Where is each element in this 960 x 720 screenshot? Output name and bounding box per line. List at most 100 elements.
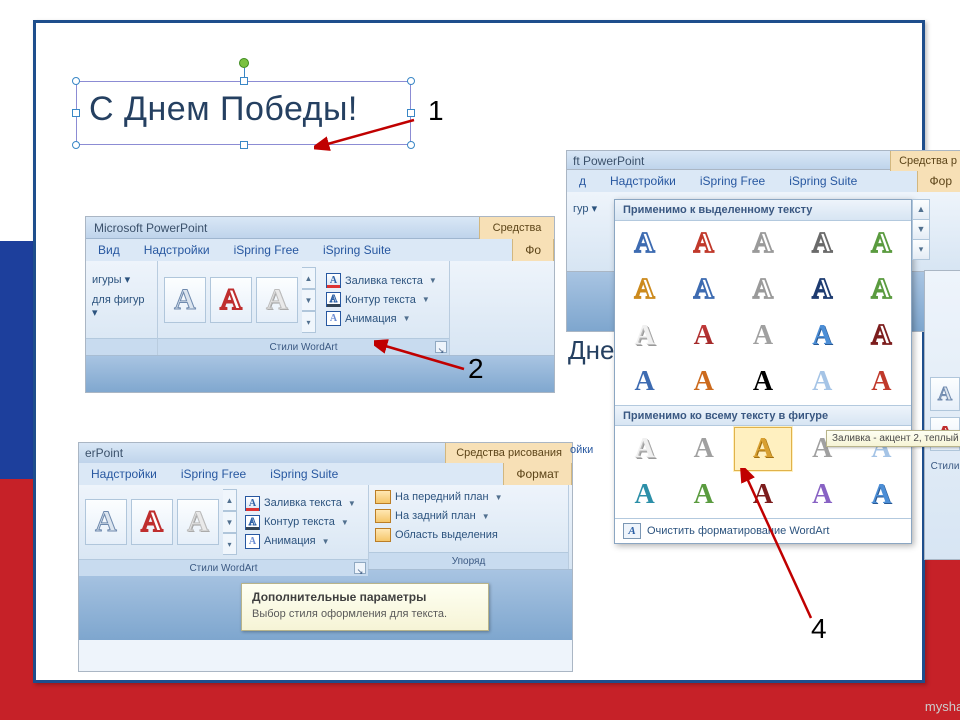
wordart-style-item-hover[interactable]: A (733, 426, 792, 472)
slide-frame: С Днем Победы! 1 Microsoft PowerPoint Ср… (33, 20, 925, 683)
wordart-style-preset[interactable]: A (256, 277, 298, 323)
dialog-launcher[interactable]: ↘ (354, 562, 366, 574)
tab-ispring-suite[interactable]: iSpring Suite (258, 463, 350, 485)
tab-ispring-free[interactable]: iSpring Free (169, 463, 258, 485)
wordart-style-preset[interactable]: A (85, 499, 127, 545)
wordart-style-item[interactable]: A (615, 472, 674, 518)
resize-handle[interactable] (240, 141, 248, 149)
text-fill-button[interactable]: Заливка текста▼ (326, 272, 437, 289)
wordart-style-item[interactable]: A (852, 359, 911, 405)
dialog-launcher[interactable]: ↘ (435, 341, 447, 353)
resize-handle[interactable] (407, 141, 415, 149)
gallery-scroll-up[interactable]: ▲ (912, 199, 930, 220)
shapes-button-trunc[interactable]: гур ▾ (573, 203, 597, 215)
wordart-style-item[interactable]: A (615, 221, 674, 267)
gallery-expand[interactable]: ▾ (302, 311, 316, 333)
tab-view-trunc[interactable]: д (567, 170, 598, 192)
gallery-more[interactable]: ▾ (912, 239, 930, 260)
wordart-textbox[interactable]: С Днем Победы! (76, 81, 411, 145)
step-label-2: 2 (468, 353, 484, 385)
wordart-style-item[interactable]: A (674, 221, 733, 267)
ribbon-tabs: Надстройки iSpring Free iSpring Suite Фо… (79, 463, 572, 485)
resize-handle[interactable] (407, 77, 415, 85)
contextual-tab-title: Средства рисования (445, 443, 572, 463)
wordart-style-item[interactable]: A (615, 359, 674, 405)
tab-format[interactable]: Формат (503, 462, 572, 485)
slide-text-behind: Дне (568, 335, 614, 366)
wordart-style-item[interactable]: A (733, 359, 792, 405)
tab-addins[interactable]: Надстройки (79, 463, 169, 485)
tab-view[interactable]: Вид (86, 239, 132, 261)
wordart-gallery: Применимо к выделенному тексту A A A A A… (614, 199, 912, 544)
resize-handle[interactable] (72, 77, 80, 85)
resize-handle[interactable] (72, 109, 80, 117)
gallery-row-up[interactable]: ▲ (302, 267, 316, 289)
wordart-style-item[interactable]: A (793, 472, 852, 518)
wordart-style-item[interactable]: A (852, 472, 911, 518)
wordart-style-item[interactable]: A (852, 221, 911, 267)
gallery-expand[interactable]: ▾ (223, 533, 237, 555)
rotate-handle[interactable] (239, 58, 249, 68)
shape-effects-trunc[interactable]: для фигур ▾ (92, 294, 151, 319)
tab-ispring-suite[interactable]: iSpring Suite (777, 170, 869, 192)
tab-trunc-addins: ойки (566, 440, 597, 460)
bring-to-front-button[interactable]: На передний план▼ (375, 489, 503, 505)
wordart-style-item[interactable]: A (674, 359, 733, 405)
send-to-back-button[interactable]: На задний план▼ (375, 508, 490, 524)
ribbon-snippet-2: Microsoft PowerPoint Средства Вид Надстр… (85, 216, 555, 393)
contextual-tab-title: Средства (479, 217, 554, 239)
wordart-style-item[interactable]: A (674, 267, 733, 313)
text-fill-button[interactable]: Заливка текста▼ (245, 495, 356, 512)
text-effects-button[interactable]: Анимация▼ (245, 533, 356, 550)
tab-format[interactable]: Фор (917, 169, 960, 192)
tab-ispring-suite[interactable]: iSpring Suite (311, 239, 403, 261)
wordart-text[interactable]: С Днем Победы! (77, 82, 410, 137)
wordart-style-item[interactable]: A (852, 313, 911, 359)
wordart-style-preset[interactable]: A (177, 499, 219, 545)
wordart-style-item[interactable]: A (733, 221, 792, 267)
wordart-style-preset[interactable]: A (930, 377, 960, 411)
group-label-wordart: Стили WordArt↘ (158, 338, 449, 355)
dialog-launcher-tooltip: Дополнительные параметры Выбор стиля офо… (241, 583, 489, 631)
wordart-style-item[interactable]: A (615, 313, 674, 359)
clear-format-icon: A (623, 523, 641, 539)
wordart-style-item[interactable]: A (674, 426, 733, 472)
group-label-arrange: Упоряд (369, 552, 568, 569)
gallery-row-down[interactable]: ▼ (302, 289, 316, 311)
wordart-style-item[interactable]: A (674, 472, 733, 518)
wordart-style-preset[interactable]: A (210, 277, 252, 323)
wordart-style-item[interactable]: A (793, 267, 852, 313)
wordart-style-item[interactable]: A (793, 313, 852, 359)
tab-ispring-free[interactable]: iSpring Free (222, 239, 311, 261)
selection-pane-button[interactable]: Область выделения (375, 527, 498, 543)
wordart-style-item[interactable]: A (615, 426, 674, 472)
resize-handle[interactable] (240, 77, 248, 85)
tab-addins[interactable]: Надстройки (598, 170, 688, 192)
watermark: myshared (925, 699, 960, 714)
wordart-style-item[interactable]: A (793, 359, 852, 405)
wordart-style-item[interactable]: A (733, 267, 792, 313)
tab-ispring-free[interactable]: iSpring Free (688, 170, 777, 192)
wordart-style-preset[interactable]: A (164, 277, 206, 323)
text-outline-button[interactable]: Контур текста▼ (245, 514, 356, 531)
wordart-style-item[interactable]: A (733, 472, 792, 518)
wordart-style-item[interactable]: A (852, 267, 911, 313)
ribbon-snippet-4: ft PowerPoint Средства р д Надстройки iS… (566, 150, 960, 590)
resize-handle[interactable] (407, 109, 415, 117)
text-effects-button[interactable]: Анимация▼ (326, 310, 437, 327)
gallery-row-down[interactable]: ▼ (223, 511, 237, 533)
window-title: ft PowerPoint (573, 154, 644, 168)
wordart-style-item[interactable]: A (674, 313, 733, 359)
wordart-style-item[interactable]: A (793, 221, 852, 267)
gallery-scroll-down[interactable]: ▼ (912, 219, 930, 240)
clear-wordart-formatting[interactable]: A Очистить форматирование WordArt (615, 518, 911, 543)
wordart-style-item[interactable]: A (615, 267, 674, 313)
shapes-button-trunc[interactable]: игуры ▾ (92, 273, 130, 286)
tab-format[interactable]: Фо (512, 238, 554, 261)
wordart-style-preset[interactable]: A (131, 499, 173, 545)
resize-handle[interactable] (72, 141, 80, 149)
tab-addins[interactable]: Надстройки (132, 239, 222, 261)
text-outline-button[interactable]: Контур текста▼ (326, 291, 437, 308)
wordart-style-item[interactable]: A (733, 313, 792, 359)
gallery-row-up[interactable]: ▲ (223, 489, 237, 511)
